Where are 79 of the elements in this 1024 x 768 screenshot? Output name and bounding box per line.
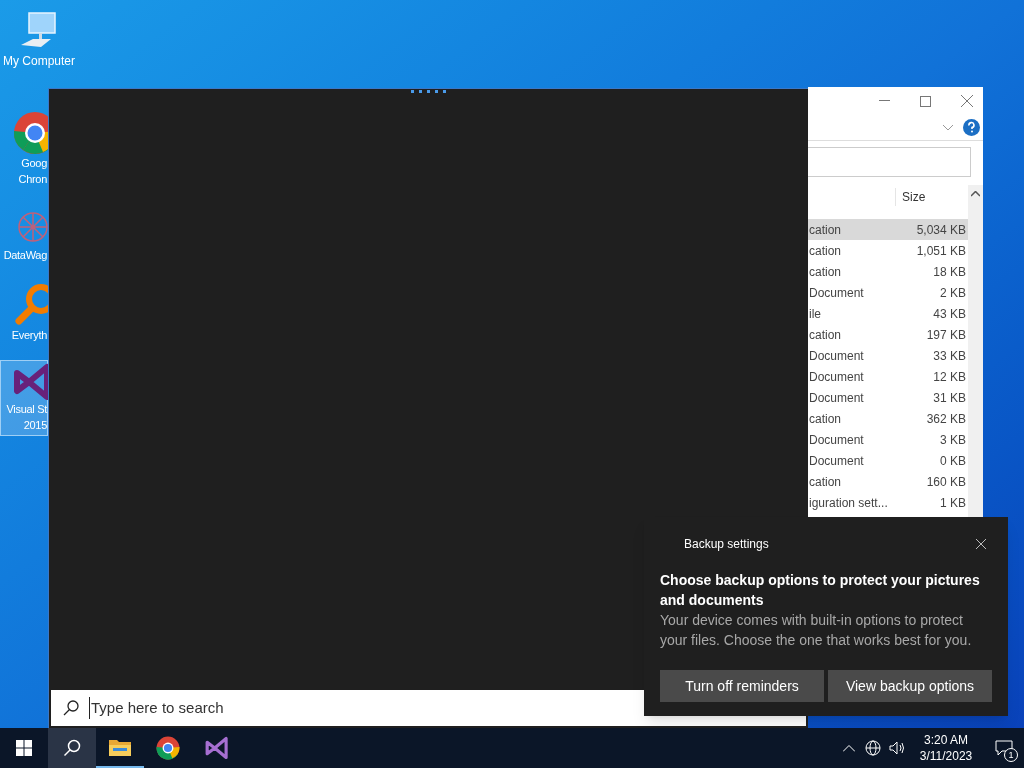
size-cell-text: 43 KB xyxy=(933,305,967,323)
size-cell-text: 3 KB xyxy=(940,431,967,449)
chrome-icon xyxy=(156,736,180,760)
desktop-icon[interactable]: DataWag xyxy=(0,204,48,266)
close-icon[interactable] xyxy=(976,539,986,549)
size-cell-text: 362 KB xyxy=(926,410,967,428)
file-row[interactable]: ile 43 KB xyxy=(808,303,968,324)
icon-label: DataWag xyxy=(3,248,47,263)
type-cell-text: Document xyxy=(808,347,865,365)
file-row[interactable]: cation 160 KB xyxy=(808,471,968,492)
file-row[interactable]: Document 2 KB xyxy=(808,282,968,303)
file-row[interactable]: Document 0 KB xyxy=(808,450,968,471)
type-cell-text: iguration sett... xyxy=(808,494,889,512)
clock-date[interactable]: 3/11/2023 xyxy=(919,748,973,764)
type-cell-text: cation xyxy=(808,326,843,344)
maximize-icon[interactable] xyxy=(920,95,931,107)
type-cell-text: cation xyxy=(808,473,843,491)
file-row[interactable]: Document 33 KB xyxy=(808,345,968,366)
size-cell-text: 5,034 KB xyxy=(916,221,967,239)
file-row[interactable]: Document 12 KB xyxy=(808,366,968,387)
file-row[interactable]: iguration sett... 1 KB xyxy=(808,492,968,513)
file-row[interactable]: cation 18 KB xyxy=(808,261,968,282)
size-cell-text: 18 KB xyxy=(933,263,967,281)
icon-label: My Computer xyxy=(3,53,75,69)
size-cell-text: 12 KB xyxy=(933,368,967,386)
icon-label: Everyth xyxy=(11,328,47,343)
size-cell-text: 1 KB xyxy=(940,494,967,512)
chevron-up-icon[interactable] xyxy=(971,191,980,197)
icon-label: Goog xyxy=(21,156,47,171)
file-row[interactable]: cation 197 KB xyxy=(808,324,968,345)
size-cell-text: 31 KB xyxy=(933,389,967,407)
type-cell-text: Document xyxy=(808,284,865,302)
type-cell-text: Document xyxy=(808,389,865,407)
file-row[interactable]: cation 362 KB xyxy=(808,408,968,429)
notification-count: 1 xyxy=(1004,748,1018,762)
type-cell-text: cation xyxy=(808,221,843,239)
help-icon[interactable] xyxy=(963,119,980,136)
icon-label: 2015 xyxy=(23,418,47,433)
loading-dots-icon xyxy=(410,90,447,93)
notification-body: Your device comes with built-in options to protect your files. Choose the one that works best for you. xyxy=(660,611,973,650)
toast-button[interactable]: View backup options xyxy=(828,670,992,702)
minimize-icon[interactable] xyxy=(879,100,890,102)
folder-icon xyxy=(108,737,132,757)
speaker-icon[interactable] xyxy=(889,741,906,755)
file-row[interactable]: cation 1,051 KB xyxy=(808,240,968,261)
type-cell-text: cation xyxy=(808,242,843,260)
infinity-logo-icon xyxy=(204,736,228,760)
file-row[interactable]: cation 5,034 KB xyxy=(808,219,968,240)
size-cell-text: 0 KB xyxy=(940,452,967,470)
notification-title: Choose backup options to protect your pictures and documents xyxy=(660,571,981,610)
icon-label: Chron xyxy=(18,172,47,187)
globe-icon[interactable] xyxy=(865,740,881,756)
app-name: Backup settings xyxy=(684,536,769,553)
size-cell-text: 160 KB xyxy=(926,473,967,491)
size-cell-text: 1,051 KB xyxy=(916,242,967,260)
search-icon xyxy=(63,739,81,757)
size-cell-text: 2 KB xyxy=(940,284,967,302)
taskbar-button[interactable] xyxy=(48,728,96,768)
type-cell-text: cation xyxy=(808,263,843,281)
type-cell-text: ile xyxy=(808,305,822,323)
clock-time[interactable]: 3:20 AM xyxy=(924,732,968,748)
action-center-icon[interactable] xyxy=(995,740,1013,756)
search-icon xyxy=(63,700,79,716)
file-row[interactable]: Document 3 KB xyxy=(808,429,968,450)
type-cell-text: Document xyxy=(808,452,865,470)
infinity-logo-icon xyxy=(13,363,49,401)
windows-logo-icon xyxy=(16,740,32,756)
size-cell-text: 33 KB xyxy=(933,347,967,365)
icon-label: Visual St xyxy=(6,402,47,417)
close-icon[interactable] xyxy=(961,95,973,107)
type-cell-text: Document xyxy=(808,368,865,386)
chevron-down-icon[interactable] xyxy=(943,124,953,131)
file-row[interactable]: Document 31 KB xyxy=(808,387,968,408)
size-cell-text: 197 KB xyxy=(926,326,967,344)
type-cell-text: Document xyxy=(808,431,865,449)
type-cell-text: cation xyxy=(808,410,843,428)
scrollbar[interactable] xyxy=(968,185,983,517)
desktop-icon[interactable]: Everyth xyxy=(0,280,48,346)
toast-button[interactable]: Turn off reminders xyxy=(660,670,824,702)
